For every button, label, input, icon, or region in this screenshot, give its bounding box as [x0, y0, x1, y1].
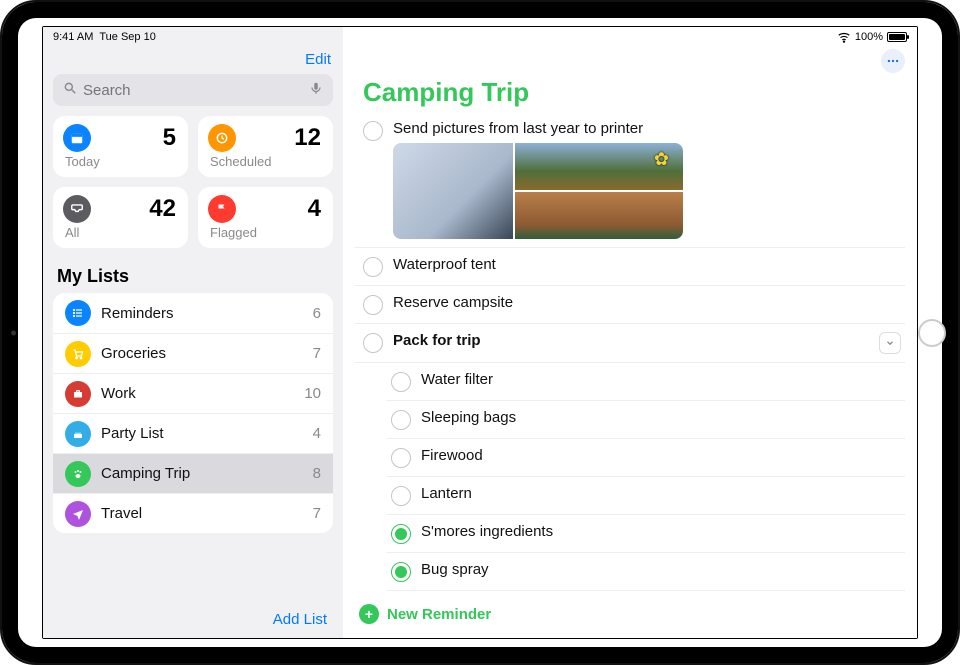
list-name: Camping Trip — [101, 465, 313, 482]
subtasks: Water filter Sleeping bags Firewood Lantern… — [387, 363, 905, 591]
my-lists-header: My Lists — [43, 260, 343, 293]
reminder-text: Lantern — [421, 485, 901, 502]
reminder-text: S'mores ingredients — [421, 523, 901, 540]
tile-today-label: Today — [65, 154, 176, 169]
status-bar-left: 9:41 AM Tue Sep 10 — [43, 27, 343, 47]
status-bar-right: 100% — [343, 27, 917, 47]
home-button[interactable] — [918, 319, 946, 347]
cart-icon — [65, 341, 91, 367]
tile-today[interactable]: 5 Today — [53, 116, 188, 177]
detail-pane: 100% Camping Trip Send pictures from las… — [343, 27, 917, 638]
search-field[interactable] — [53, 74, 333, 106]
list-title: Camping Trip — [363, 77, 897, 108]
expand-subtasks-button[interactable] — [879, 332, 901, 354]
complete-checkbox[interactable] — [363, 121, 383, 141]
sidebar: 9:41 AM Tue Sep 10 Edit — [43, 27, 343, 638]
complete-checkbox[interactable] — [391, 524, 411, 544]
sidebar-list-party-list[interactable]: Party List4 — [53, 413, 333, 453]
complete-checkbox[interactable] — [391, 448, 411, 468]
reminder-row[interactable]: Reserve campsite — [355, 286, 905, 324]
complete-checkbox[interactable] — [391, 372, 411, 392]
reminder-row[interactable]: Send pictures from last year to printer — [355, 112, 905, 248]
plus-icon: + — [359, 604, 379, 624]
reminder-row[interactable]: Waterproof tent — [355, 248, 905, 286]
dictate-icon[interactable] — [309, 81, 323, 99]
reminder-text: Bug spray — [421, 561, 901, 578]
complete-checkbox[interactable] — [391, 562, 411, 582]
sidebar-list-travel[interactable]: Travel7 — [53, 493, 333, 533]
sidebar-list-camping-trip[interactable]: Camping Trip8 — [53, 453, 333, 493]
tile-today-count: 5 — [163, 124, 176, 152]
list-name: Reminders — [101, 305, 313, 322]
tile-flagged[interactable]: 4 Flagged — [198, 187, 333, 248]
list-name: Party List — [101, 425, 313, 442]
inbox-icon — [63, 195, 91, 223]
complete-checkbox[interactable] — [391, 486, 411, 506]
reminder-text: Reserve campsite — [393, 294, 901, 311]
tile-flagged-label: Flagged — [210, 225, 321, 240]
reminder-text: Pack for trip — [393, 332, 879, 349]
tile-all[interactable]: 42 All — [53, 187, 188, 248]
complete-checkbox[interactable] — [363, 295, 383, 315]
plane-icon — [65, 501, 91, 527]
list-count: 10 — [304, 385, 321, 402]
list-name: Work — [101, 385, 304, 402]
subtask-row[interactable]: Water filter — [387, 363, 905, 401]
sidebar-list-work[interactable]: Work10 — [53, 373, 333, 413]
complete-checkbox[interactable] — [391, 410, 411, 430]
clock-icon — [208, 124, 236, 152]
reminder-text: Send pictures from last year to printer — [393, 120, 901, 137]
paw-icon — [65, 461, 91, 487]
add-list-button[interactable]: Add List — [273, 611, 327, 628]
reminder-row[interactable]: Pack for trip — [355, 324, 905, 363]
sidebar-list-groceries[interactable]: Groceries7 — [53, 333, 333, 373]
calendar-icon — [63, 124, 91, 152]
reminder-text: Water filter — [421, 371, 901, 388]
tile-scheduled-count: 12 — [294, 124, 321, 152]
lists: Reminders6Groceries7Work10Party List4Cam… — [53, 293, 333, 533]
new-reminder-button[interactable]: + New Reminder — [343, 592, 917, 638]
list-count: 7 — [313, 345, 321, 362]
status-date: Tue Sep 10 — [99, 31, 155, 43]
reminders-list: Send pictures from last year to printer W… — [343, 112, 917, 591]
battery-icon — [887, 32, 907, 42]
status-time: 9:41 AM — [53, 31, 93, 43]
reminder-text: Firewood — [421, 447, 901, 464]
flag-icon — [208, 195, 236, 223]
reminder-text: Sleeping bags — [421, 409, 901, 426]
list-count: 7 — [313, 505, 321, 522]
tile-scheduled[interactable]: 12 Scheduled — [198, 116, 333, 177]
search-icon — [63, 81, 77, 99]
tile-flagged-count: 4 — [308, 195, 321, 223]
list-name: Travel — [101, 505, 313, 522]
attachment-thumbnails[interactable] — [393, 143, 683, 239]
list-name: Groceries — [101, 345, 313, 362]
list-count: 6 — [313, 305, 321, 322]
list-icon — [65, 300, 91, 326]
search-input[interactable] — [83, 82, 309, 99]
cake-icon — [65, 421, 91, 447]
subtask-row[interactable]: S'mores ingredients — [387, 515, 905, 553]
sidebar-list-reminders[interactable]: Reminders6 — [53, 293, 333, 333]
subtask-row[interactable]: Lantern — [387, 477, 905, 515]
reminder-text: Waterproof tent — [393, 256, 901, 273]
more-button[interactable] — [881, 49, 905, 73]
subtask-row[interactable]: Firewood — [387, 439, 905, 477]
list-count: 8 — [313, 465, 321, 482]
battery-percent: 100% — [855, 31, 883, 43]
tile-scheduled-label: Scheduled — [210, 154, 321, 169]
complete-checkbox[interactable] — [363, 257, 383, 277]
wifi-icon — [837, 30, 851, 44]
tile-all-label: All — [65, 225, 176, 240]
edit-button[interactable]: Edit — [305, 51, 331, 68]
subtask-row[interactable]: Sleeping bags — [387, 401, 905, 439]
tile-all-count: 42 — [149, 195, 176, 223]
subtask-row[interactable]: Bug spray — [387, 553, 905, 591]
briefcase-icon — [65, 381, 91, 407]
new-reminder-label: New Reminder — [387, 606, 491, 623]
complete-checkbox[interactable] — [363, 333, 383, 353]
list-count: 4 — [313, 425, 321, 442]
